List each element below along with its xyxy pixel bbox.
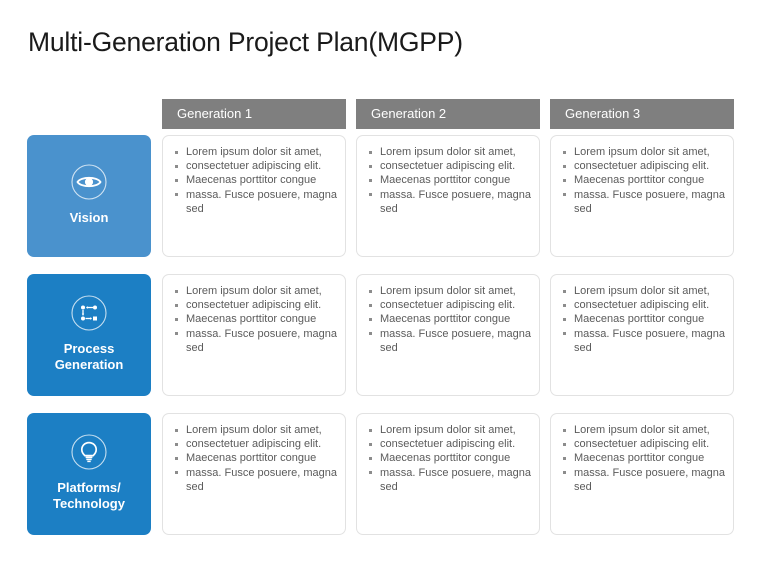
bullet-list: Lorem ipsum dolor sit amet, consectetuer… xyxy=(170,145,338,216)
list-item: massa. Fusce posuere, magna sed xyxy=(175,188,338,215)
list-item: consectetuer adipiscing elit. xyxy=(369,437,532,451)
column-header-generation-1[interactable]: Generation 1 xyxy=(162,99,346,129)
category-tile-process-generation[interactable]: Process Generation xyxy=(27,274,151,396)
mgpp-matrix: Generation 1 Generation 2 Generation 3 V… xyxy=(27,99,734,535)
row-gap-process xyxy=(151,274,162,396)
row-gap-vision xyxy=(151,135,162,257)
category-tile-platforms-technology[interactable]: Platforms/ Technology xyxy=(27,413,151,535)
row-gap-platforms xyxy=(151,413,162,535)
list-item: massa. Fusce posuere, magna sed xyxy=(369,327,532,354)
list-item: Maecenas porttitor congue xyxy=(563,312,726,326)
bullet-list: Lorem ipsum dolor sit amet, consectetuer… xyxy=(170,423,338,494)
cell-process-generation-generation-3[interactable]: Lorem ipsum dolor sit amet, consectetuer… xyxy=(550,274,734,396)
bullet-list: Lorem ipsum dolor sit amet, consectetuer… xyxy=(558,284,726,355)
bullet-list: Lorem ipsum dolor sit amet, consectetuer… xyxy=(170,284,338,355)
cell-process-generation-generation-2[interactable]: Lorem ipsum dolor sit amet, consectetuer… xyxy=(356,274,540,396)
list-item: Lorem ipsum dolor sit amet, xyxy=(369,284,532,298)
process-flow-icon xyxy=(70,294,108,332)
bullet-list: Lorem ipsum dolor sit amet, consectetuer… xyxy=(364,145,532,216)
list-item: Maecenas porttitor congue xyxy=(369,451,532,465)
column-header-row: Generation 1 Generation 2 Generation 3 xyxy=(27,99,734,129)
header-corner-spacer xyxy=(27,99,151,129)
list-item: massa. Fusce posuere, magna sed xyxy=(563,188,726,215)
cell-platforms-technology-generation-1[interactable]: Lorem ipsum dolor sit amet, consectetuer… xyxy=(162,413,346,535)
list-item: massa. Fusce posuere, magna sed xyxy=(175,466,338,493)
bullet-list: Lorem ipsum dolor sit amet, consectetuer… xyxy=(558,145,726,216)
bullet-list: Lorem ipsum dolor sit amet, consectetuer… xyxy=(558,423,726,494)
list-item: Maecenas porttitor congue xyxy=(563,451,726,465)
list-item: Lorem ipsum dolor sit amet, xyxy=(369,423,532,437)
cell-vision-generation-1[interactable]: Lorem ipsum dolor sit amet, consectetuer… xyxy=(162,135,346,257)
list-item: Lorem ipsum dolor sit amet, xyxy=(563,284,726,298)
category-label-vision: Vision xyxy=(69,209,109,225)
list-item: consectetuer adipiscing elit. xyxy=(563,159,726,173)
list-item: Lorem ipsum dolor sit amet, xyxy=(563,423,726,437)
list-item: Maecenas porttitor congue xyxy=(563,173,726,187)
list-item: Maecenas porttitor congue xyxy=(175,312,338,326)
cell-gap xyxy=(346,274,356,396)
list-item: massa. Fusce posuere, magna sed xyxy=(563,466,726,493)
list-item: consectetuer adipiscing elit. xyxy=(563,298,726,312)
bullet-list: Lorem ipsum dolor sit amet, consectetuer… xyxy=(364,284,532,355)
list-item: massa. Fusce posuere, magna sed xyxy=(563,327,726,354)
cell-platforms-technology-generation-2[interactable]: Lorem ipsum dolor sit amet, consectetuer… xyxy=(356,413,540,535)
list-item: Lorem ipsum dolor sit amet, xyxy=(563,145,726,159)
list-item: Lorem ipsum dolor sit amet, xyxy=(369,145,532,159)
cell-platforms-technology-generation-3[interactable]: Lorem ipsum dolor sit amet, consectetuer… xyxy=(550,413,734,535)
cell-process-generation-generation-1[interactable]: Lorem ipsum dolor sit amet, consectetuer… xyxy=(162,274,346,396)
lightbulb-icon xyxy=(70,433,108,471)
list-item: Maecenas porttitor congue xyxy=(175,451,338,465)
list-item: consectetuer adipiscing elit. xyxy=(175,437,338,451)
cell-gap xyxy=(346,413,356,535)
list-item: consectetuer adipiscing elit. xyxy=(369,298,532,312)
category-tile-vision[interactable]: Vision xyxy=(27,135,151,257)
category-label-platforms-technology: Platforms/ Technology xyxy=(53,479,125,511)
page-title: Multi-Generation Project Plan(MGPP) xyxy=(28,27,463,57)
matrix-row-vision: Vision Lorem ipsum dolor sit amet, conse… xyxy=(27,135,734,257)
list-item: consectetuer adipiscing elit. xyxy=(175,298,338,312)
cell-gap xyxy=(540,413,550,535)
matrix-row-process-generation: Process Generation Lorem ipsum dolor sit… xyxy=(27,274,734,396)
eye-icon xyxy=(70,163,108,201)
column-header-generation-3[interactable]: Generation 3 xyxy=(550,99,734,129)
cell-vision-generation-2[interactable]: Lorem ipsum dolor sit amet, consectetuer… xyxy=(356,135,540,257)
list-item: Maecenas porttitor congue xyxy=(369,312,532,326)
list-item: consectetuer adipiscing elit. xyxy=(563,437,726,451)
cell-vision-generation-3[interactable]: Lorem ipsum dolor sit amet, consectetuer… xyxy=(550,135,734,257)
list-item: Lorem ipsum dolor sit amet, xyxy=(175,284,338,298)
column-header-generation-2[interactable]: Generation 2 xyxy=(356,99,540,129)
category-label-process-generation: Process Generation xyxy=(54,340,124,372)
matrix-row-platforms-technology: Platforms/ Technology Lorem ipsum dolor … xyxy=(27,413,734,535)
list-item: Lorem ipsum dolor sit amet, xyxy=(175,145,338,159)
cell-gap xyxy=(540,274,550,396)
bullet-list: Lorem ipsum dolor sit amet, consectetuer… xyxy=(364,423,532,494)
list-item: consectetuer adipiscing elit. xyxy=(175,159,338,173)
cell-gap xyxy=(540,135,550,257)
list-item: Maecenas porttitor congue xyxy=(175,173,338,187)
list-item: Maecenas porttitor congue xyxy=(369,173,532,187)
list-item: consectetuer adipiscing elit. xyxy=(369,159,532,173)
list-item: Lorem ipsum dolor sit amet, xyxy=(175,423,338,437)
slide-canvas: Multi-Generation Project Plan(MGPP) Gene… xyxy=(0,0,768,576)
list-item: massa. Fusce posuere, magna sed xyxy=(369,188,532,215)
cell-gap xyxy=(346,135,356,257)
list-item: massa. Fusce posuere, magna sed xyxy=(369,466,532,493)
list-item: massa. Fusce posuere, magna sed xyxy=(175,327,338,354)
